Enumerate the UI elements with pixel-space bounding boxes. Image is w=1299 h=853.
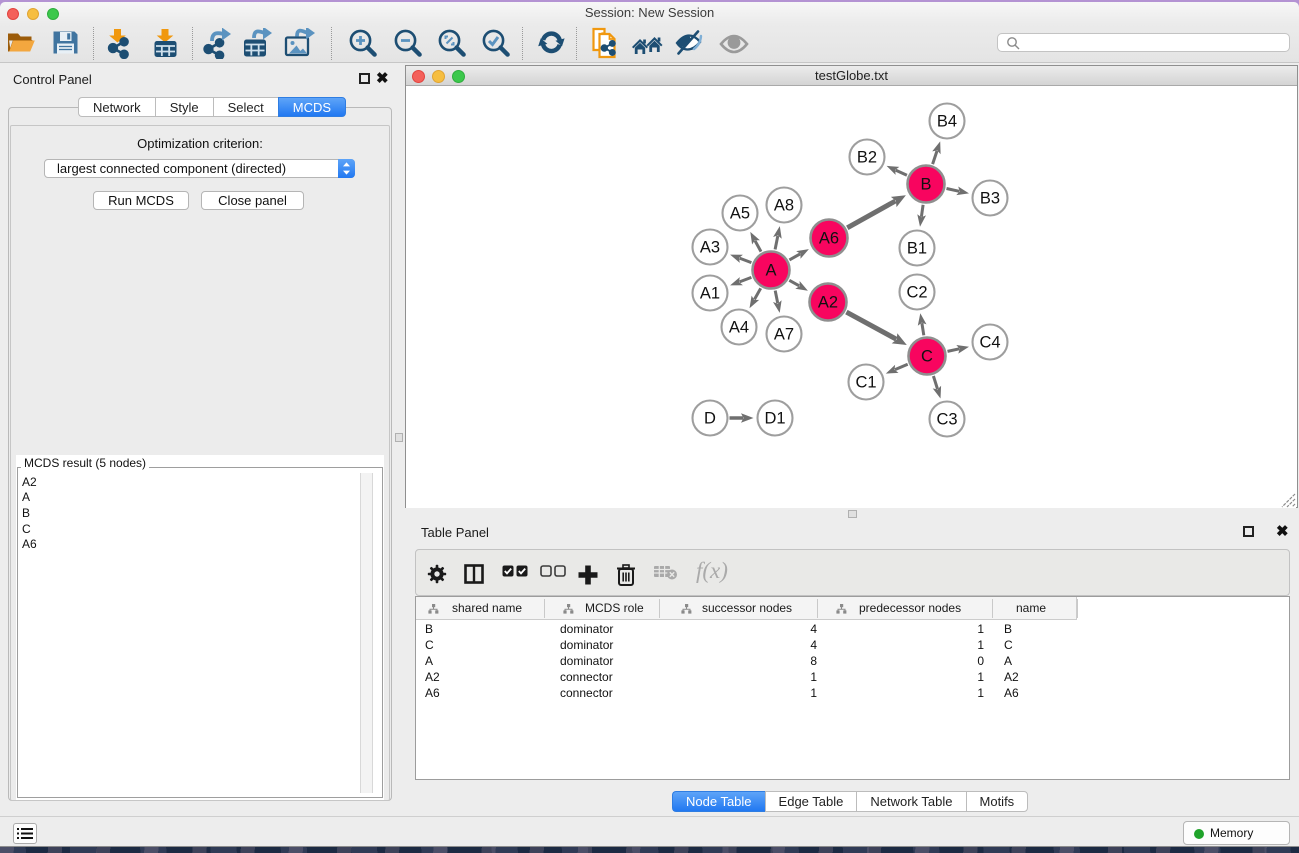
svg-text:A4: A4 <box>729 319 749 337</box>
svg-text:B3: B3 <box>980 190 1000 208</box>
svg-text:C2: C2 <box>906 284 927 302</box>
svg-text:D: D <box>704 410 716 428</box>
svg-text:B4: B4 <box>937 113 957 131</box>
svg-text:A7: A7 <box>774 326 794 344</box>
svg-text:A3: A3 <box>700 239 720 257</box>
svg-text:A5: A5 <box>730 205 750 223</box>
svg-text:B: B <box>920 176 931 194</box>
svg-text:C: C <box>921 348 933 366</box>
svg-text:A2: A2 <box>818 294 838 312</box>
svg-text:C4: C4 <box>979 334 1000 352</box>
svg-text:A: A <box>765 262 776 280</box>
svg-text:A6: A6 <box>819 230 839 248</box>
svg-text:C3: C3 <box>936 411 957 429</box>
svg-text:C1: C1 <box>855 374 876 392</box>
svg-text:A1: A1 <box>700 285 720 303</box>
svg-text:A8: A8 <box>774 197 794 215</box>
svg-text:B2: B2 <box>857 149 877 167</box>
svg-text:B1: B1 <box>907 240 927 258</box>
svg-text:D1: D1 <box>764 410 785 428</box>
